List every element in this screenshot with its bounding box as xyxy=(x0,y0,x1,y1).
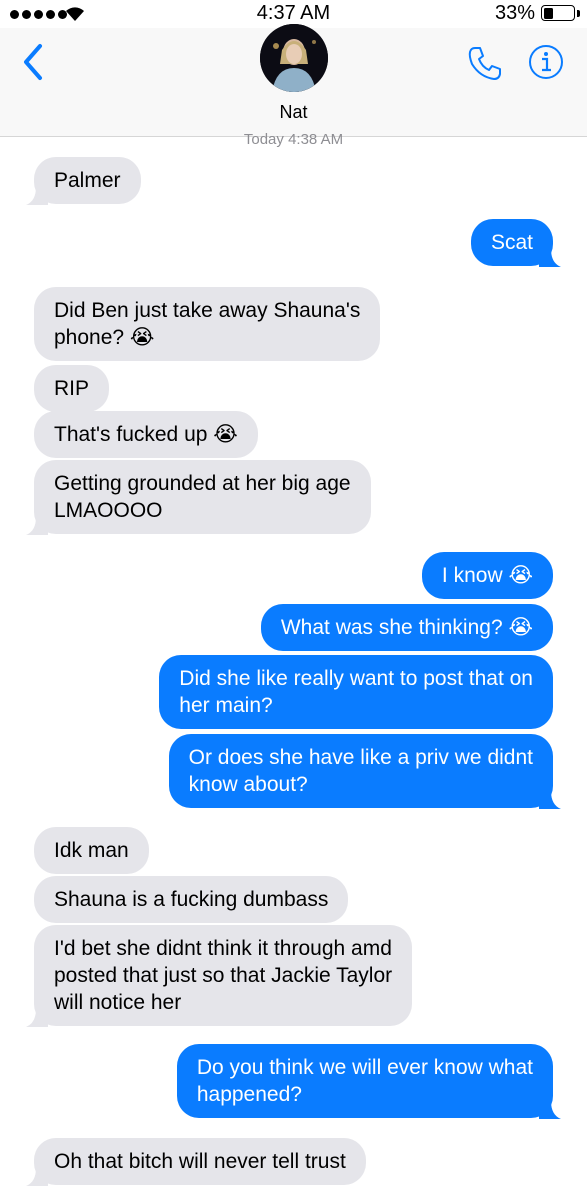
message-text: I know 😭 xyxy=(441,564,533,587)
message-text: RIP xyxy=(54,377,90,400)
received-message-bubble[interactable]: Getting grounded at her big age LMAOOOO xyxy=(26,460,371,535)
sent-message-bubble[interactable]: I know 😭 xyxy=(421,552,553,599)
message-text: Getting grounded at her big age LMAOOOO xyxy=(54,472,351,522)
received-message-bubble[interactable]: Oh that bitch will never tell trust xyxy=(26,1138,366,1186)
received-message-bubble[interactable]: Palmer xyxy=(26,157,141,205)
received-message-bubble[interactable]: Idk man xyxy=(34,827,149,874)
message-text: Or does she have like a priv we didnt kn… xyxy=(188,746,533,796)
message-text: Do you think we will ever know what happ… xyxy=(196,1056,533,1106)
message-text: Oh that bitch will never tell trust xyxy=(54,1150,346,1173)
message-text: Did Ben just take away Shauna's phone? 😭 xyxy=(54,299,361,349)
message-text: That's fucked up 😭 xyxy=(54,423,238,446)
message-text: I'd bet she didnt think it through amd p… xyxy=(54,937,393,1014)
sent-message-bubble[interactable]: Or does she have like a priv we didnt kn… xyxy=(168,734,561,809)
message-text: What was she thinking? 😭 xyxy=(280,616,533,639)
sent-message-bubble[interactable]: Scat xyxy=(470,219,561,267)
message-timestamp: Today 4:38 AM xyxy=(243,131,344,148)
message-text: Scat xyxy=(490,231,533,254)
message-text: Did she like really want to post that on… xyxy=(179,667,533,717)
message-thread[interactable]: Palmer Scat Did Ben just take away Shauna'… xyxy=(0,0,587,1200)
received-message-bubble[interactable]: Shauna is a fucking dumbass xyxy=(34,876,349,923)
message-text: Shauna is a fucking dumbass xyxy=(54,888,329,911)
sent-message-bubble[interactable]: Did she like really want to post that on… xyxy=(159,655,553,729)
received-message-bubble[interactable]: I'd bet she didnt think it through amd p… xyxy=(26,925,413,1027)
sent-message-bubble[interactable]: Do you think we will ever know what happ… xyxy=(176,1044,561,1119)
message-text: Palmer xyxy=(54,169,121,192)
received-message-bubble[interactable]: RIP xyxy=(34,365,110,412)
received-message-bubble[interactable]: That's fucked up 😭 xyxy=(34,411,258,458)
sent-message-bubble[interactable]: What was she thinking? 😭 xyxy=(260,604,553,651)
message-text: Idk man xyxy=(54,839,129,862)
received-message-bubble[interactable]: Did Ben just take away Shauna's phone? 😭 xyxy=(34,287,381,361)
